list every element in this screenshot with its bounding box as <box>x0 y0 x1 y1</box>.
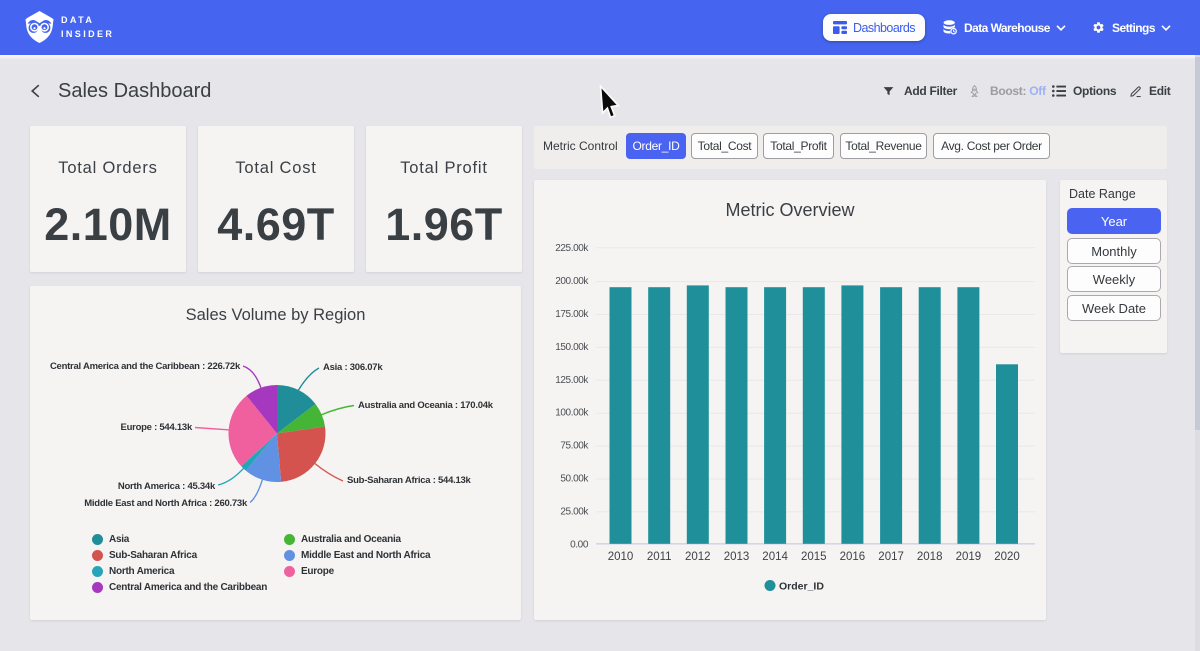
svg-text:225.00k: 225.00k <box>555 243 589 254</box>
svg-text:75.00k: 75.00k <box>560 441 589 452</box>
svg-text:Order_ID: Order_ID <box>779 581 824 593</box>
svg-text:2017: 2017 <box>878 551 904 563</box>
svg-text:25.00k: 25.00k <box>560 506 589 517</box>
svg-text:2015: 2015 <box>801 551 827 563</box>
svg-text:125.00k: 125.00k <box>555 375 589 386</box>
svg-text:2014: 2014 <box>762 551 788 563</box>
svg-text:100.00k: 100.00k <box>555 408 589 419</box>
svg-text:2019: 2019 <box>956 551 982 563</box>
svg-text:2012: 2012 <box>685 551 711 563</box>
svg-text:50.00k: 50.00k <box>560 474 589 485</box>
svg-text:Metric Overview: Metric Overview <box>725 200 855 220</box>
svg-text:175.00k: 175.00k <box>555 309 589 320</box>
svg-text:2011: 2011 <box>647 551 672 563</box>
svg-text:150.00k: 150.00k <box>555 342 589 353</box>
svg-text:2016: 2016 <box>840 551 866 563</box>
svg-text:2010: 2010 <box>608 551 634 563</box>
svg-text:0.00: 0.00 <box>570 539 589 550</box>
svg-text:2018: 2018 <box>917 551 943 563</box>
svg-text:2013: 2013 <box>724 551 750 563</box>
svg-text:2020: 2020 <box>994 551 1020 563</box>
svg-text:200.00k: 200.00k <box>555 276 589 287</box>
